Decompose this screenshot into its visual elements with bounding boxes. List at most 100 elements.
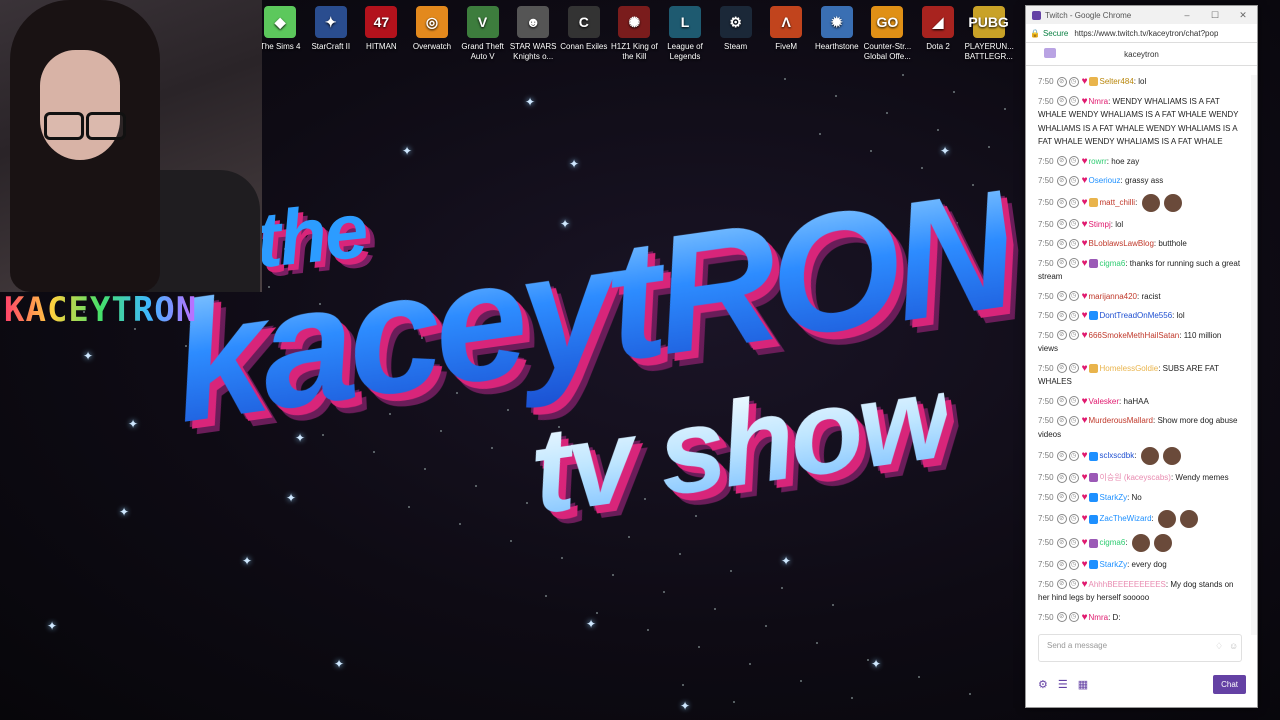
chat-username[interactable]: rowrr (1089, 157, 1107, 166)
chat-username[interactable]: Nmra (1089, 613, 1109, 622)
desktop-icon[interactable]: ⚙ Steam (712, 4, 760, 52)
chat-username[interactable]: Valesker (1089, 397, 1120, 406)
chat-message[interactable]: 7:50 ⊘ ◷ ♥ cigma6: (1038, 534, 1242, 552)
timeout-icon[interactable]: ◷ (1068, 579, 1079, 590)
chat-username[interactable]: MurderousMallard (1089, 416, 1153, 425)
timeout-icon[interactable]: ◷ (1068, 363, 1079, 374)
ban-icon[interactable]: ⊘ (1056, 612, 1067, 623)
chat-username[interactable]: StarkZy (1100, 493, 1128, 502)
desktop-icon[interactable]: ✺ H1Z1 King of the Kill (610, 4, 658, 62)
chat-message[interactable]: 7:50 ⊘ ◷ ♥MurderousMallard: Show more dog a… (1038, 414, 1242, 441)
chat-message[interactable]: 7:50 ⊘ ◷ ♥marijanna420: racist (1038, 290, 1242, 304)
timeout-icon[interactable]: ◷ (1068, 415, 1079, 426)
settings-gear-icon[interactable]: ⚙ (1038, 678, 1048, 691)
ban-icon[interactable]: ⊘ (1056, 175, 1067, 186)
address-bar[interactable]: 🔒 Secure https://www.twitch.tv/kaceytron… (1026, 24, 1257, 43)
chat-username[interactable]: cigma6 (1100, 259, 1126, 268)
chat-username[interactable]: Nmra (1089, 97, 1109, 106)
desktop-icon[interactable]: ◢ Dota 2 (914, 4, 962, 52)
ban-icon[interactable]: ⊘ (1056, 310, 1067, 321)
chat-username[interactable]: Stimpj (1089, 220, 1111, 229)
desktop-icon[interactable]: ✦ StarCraft II (307, 4, 355, 52)
chat-message[interactable]: 7:50 ⊘ ◷ ♥ HomelessGoldie: SUBS ARE FAT WHAL… (1038, 362, 1242, 389)
ban-icon[interactable]: ⊘ (1056, 396, 1067, 407)
timeout-icon[interactable]: ◷ (1068, 514, 1079, 524)
chat-message[interactable]: 7:50 ⊘ ◷ ♥Nmra: D: (1038, 611, 1242, 625)
chat-username[interactable]: DontTreadOnMe556 (1100, 311, 1173, 320)
desktop-icon[interactable]: ◆ The Sims 4 (256, 4, 304, 52)
desktop-icon[interactable]: ✹ Hearthstone (813, 4, 861, 52)
chat-message[interactable]: 7:50 ⊘ ◷ ♥BLoblawsLawBlog: butthole (1038, 237, 1242, 251)
timeout-icon[interactable]: ◷ (1068, 538, 1079, 548)
bits-icon[interactable]: ♢ (1215, 641, 1223, 652)
chat-input[interactable]: Send a message ♢ ☺ (1038, 634, 1242, 662)
chat-message[interactable]: 7:50 ⊘ ◷ ♥ 이승원 (kaceyscabs): Wendy memes (1038, 471, 1242, 485)
chat-message[interactable]: 7:50 ⊘ ◷ ♥rowrr: hoe zay (1038, 155, 1242, 169)
timeout-icon[interactable]: ◷ (1068, 258, 1079, 269)
chat-username[interactable]: 이승원 (kaceyscabs) (1100, 473, 1171, 482)
timeout-icon[interactable]: ◷ (1068, 559, 1079, 570)
chat-username[interactable]: cigma6 (1100, 538, 1126, 547)
timeout-icon[interactable]: ◷ (1068, 396, 1079, 407)
chat-message[interactable]: 7:50 ⊘ ◷ ♥ Selter484: lol (1038, 75, 1242, 89)
ban-icon[interactable]: ⊘ (1056, 330, 1067, 341)
ban-icon[interactable]: ⊘ (1056, 538, 1067, 548)
timeout-icon[interactable]: ◷ (1068, 156, 1079, 167)
ban-icon[interactable]: ⊘ (1056, 363, 1067, 374)
ban-icon[interactable]: ⊘ (1056, 472, 1067, 483)
chat-message[interactable]: 7:50 ⊘ ◷ ♥ ZacTheWizard: (1038, 510, 1242, 528)
ban-icon[interactable]: ⊘ (1056, 76, 1067, 87)
desktop-icon[interactable]: GO Counter-Str... Global Offe... (863, 4, 911, 62)
chat-username[interactable]: StarkZy (1100, 560, 1128, 569)
timeout-icon[interactable]: ◷ (1068, 310, 1079, 321)
chat-message[interactable]: 7:50 ⊘ ◷ ♥ DontTreadOnMe556: lol (1038, 309, 1242, 323)
timeout-icon[interactable]: ◷ (1068, 451, 1079, 461)
chat-username[interactable]: ZacTheWizard (1100, 514, 1152, 523)
close-button[interactable]: ✕ (1229, 10, 1257, 21)
chat-message[interactable]: 7:50 ⊘ ◷ ♥ cigma6: thanks for running such a… (1038, 257, 1242, 284)
ban-icon[interactable]: ⊘ (1056, 219, 1067, 230)
chat-message-list[interactable]: 7:50 ⊘ ◷ ♥ Selter484: lol 7:50 ⊘ ◷ ♥Nmra: WENDY … (1026, 75, 1248, 631)
chat-message[interactable]: 7:50 ⊘ ◷ ♥Oseriouz: grassy ass (1038, 174, 1242, 188)
window-titlebar[interactable]: Twitch - Google Chrome – ☐ ✕ (1026, 6, 1257, 24)
chat-scrollbar[interactable] (1251, 75, 1257, 635)
timeout-icon[interactable]: ◷ (1068, 472, 1079, 483)
secure-indicator[interactable]: 🔒 Secure (1030, 29, 1068, 38)
ban-icon[interactable]: ⊘ (1056, 96, 1067, 107)
desktop-icon[interactable]: Λ FiveM (762, 4, 810, 52)
ban-icon[interactable]: ⊘ (1056, 579, 1067, 590)
timeout-icon[interactable]: ◷ (1068, 330, 1079, 341)
emote-picker-icon[interactable]: ☺ (1229, 641, 1238, 651)
timeout-icon[interactable]: ◷ (1068, 197, 1079, 208)
desktop-icon[interactable]: ☻ STAR WARS Knights o... (509, 4, 557, 62)
chat-message[interactable]: 7:50 ⊘ ◷ ♥ StarkZy: No (1038, 491, 1242, 505)
chat-message[interactable]: 7:50 ⊘ ◷ ♥ matt_chilli: (1038, 193, 1242, 212)
ban-icon[interactable]: ⊘ (1056, 197, 1067, 208)
desktop-icon[interactable]: V Grand Theft Auto V (459, 4, 507, 62)
ban-icon[interactable]: ⊘ (1056, 258, 1067, 269)
timeout-icon[interactable]: ◷ (1068, 291, 1079, 302)
chat-message[interactable]: 7:50 ⊘ ◷ ♥AhhhBEEEEEEEEES: My dog stands on… (1038, 578, 1242, 605)
minimize-button[interactable]: – (1173, 10, 1201, 21)
chat-message[interactable]: 7:50 ⊘ ◷ ♥Stimpj: lol (1038, 218, 1242, 232)
chat-username[interactable]: marijanna420 (1089, 292, 1137, 301)
desktop-icon[interactable]: ◎ Overwatch (408, 4, 456, 52)
timeout-icon[interactable]: ◷ (1068, 612, 1079, 623)
chat-send-button[interactable]: Chat (1213, 674, 1246, 694)
chrome-popout-window[interactable]: Twitch - Google Chrome – ☐ ✕ 🔒 Secure ht… (1025, 5, 1258, 708)
desktop-icon[interactable]: L League of Legends (661, 4, 709, 62)
chat-username[interactable]: Selter484 (1100, 77, 1134, 86)
ban-icon[interactable]: ⊘ (1056, 415, 1067, 426)
maximize-button[interactable]: ☐ (1201, 10, 1229, 21)
timeout-icon[interactable]: ◷ (1068, 219, 1079, 230)
chat-message[interactable]: 7:50 ⊘ ◷ ♥Valesker: haHAA (1038, 395, 1242, 409)
chat-message[interactable]: 7:50 ⊘ ◷ ♥ StarkZy: every dog (1038, 558, 1242, 572)
ban-icon[interactable]: ⊘ (1056, 514, 1067, 524)
chat-username[interactable]: matt_chilli (1100, 198, 1136, 207)
desktop-icon[interactable]: PUBG PLAYERUN... BATTLEGR... (965, 4, 1014, 62)
chat-username[interactable]: 666SmokeMethHailSatan (1089, 331, 1180, 340)
popout-icon[interactable] (1044, 48, 1056, 58)
chat-message[interactable]: 7:50 ⊘ ◷ ♥ sclxscdbk: (1038, 447, 1242, 465)
timeout-icon[interactable]: ◷ (1068, 175, 1079, 186)
timeout-icon[interactable]: ◷ (1068, 492, 1079, 503)
